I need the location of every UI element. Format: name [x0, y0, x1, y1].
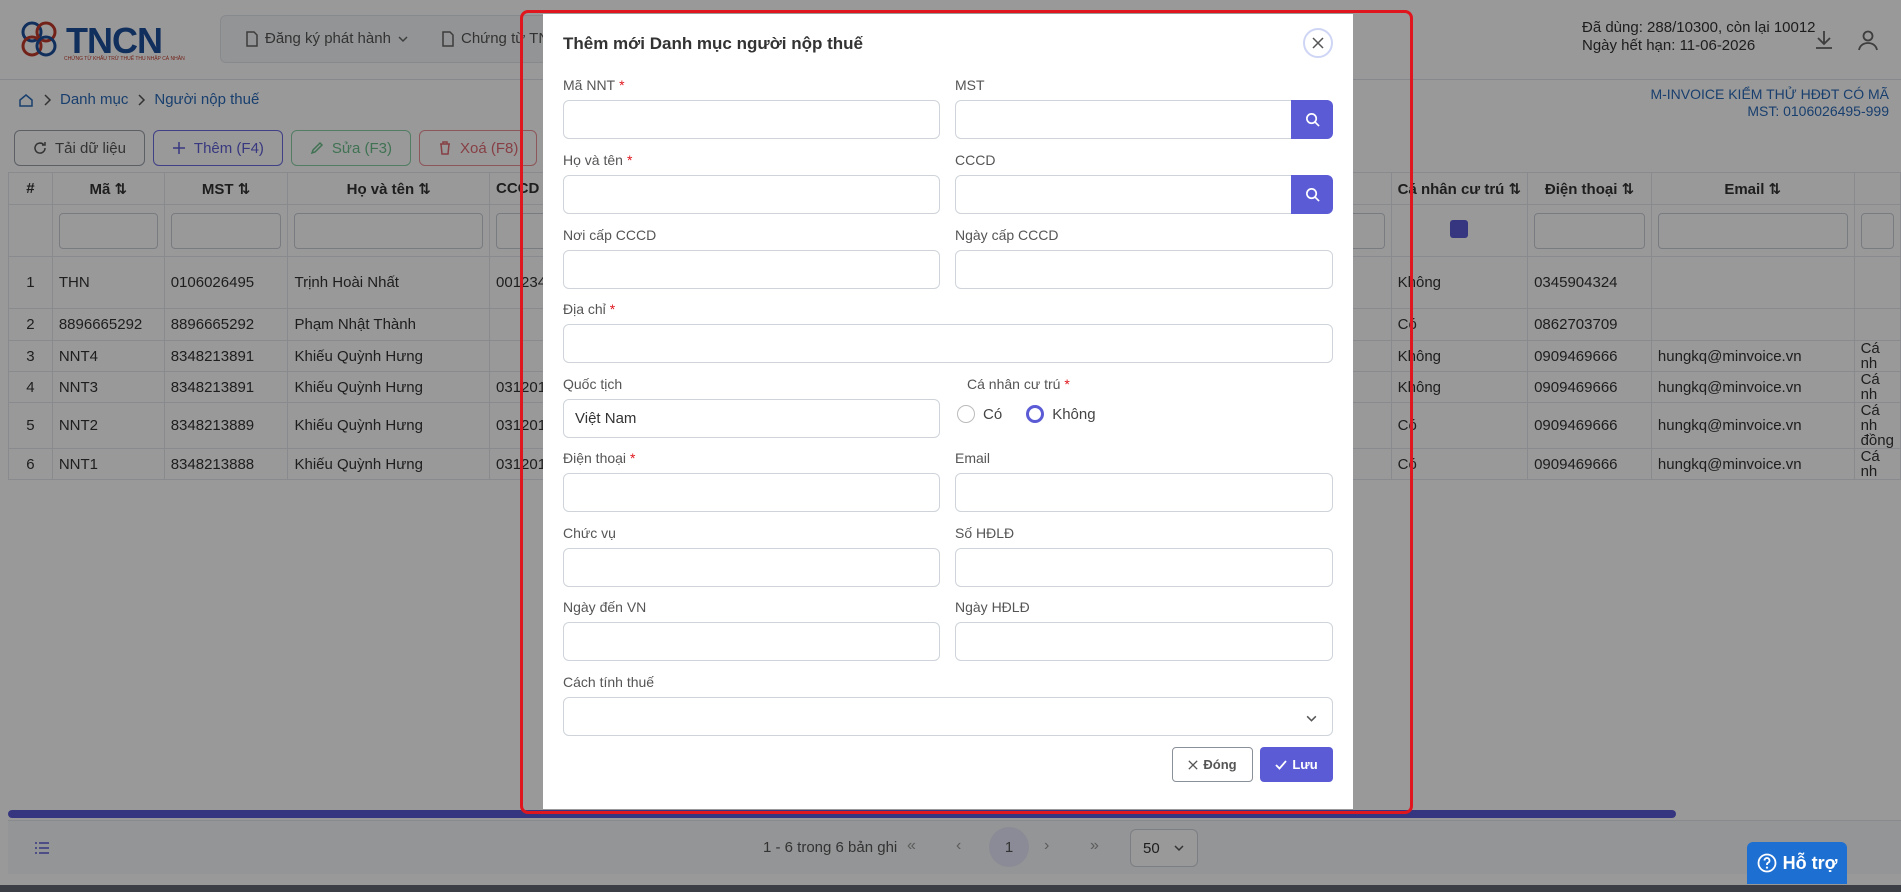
chevron-down-icon	[1306, 715, 1317, 722]
radio-co[interactable]	[957, 405, 975, 423]
field-label: CCCD	[955, 152, 996, 168]
noi-cap-input[interactable]	[563, 250, 940, 289]
close-icon	[1188, 759, 1199, 770]
field-label: Nơi cấp CCCD	[563, 227, 657, 243]
help-label: Hỗ trợ	[1782, 852, 1838, 873]
mst-search-button[interactable]	[1291, 100, 1333, 139]
dia-chi-input[interactable]	[563, 324, 1333, 363]
cccd-input[interactable]	[955, 175, 1292, 214]
field-cach-tinh-thue: Cách tính thuế	[563, 674, 1333, 736]
field-dia-chi: Địa chỉ *	[563, 301, 1333, 363]
field-label: Ngày HĐLĐ	[955, 599, 1030, 615]
field-label: Điện thoại *	[563, 450, 636, 466]
field-label: Email	[955, 450, 991, 466]
quoc-tich-input[interactable]: Việt Nam	[563, 399, 940, 438]
field-label: MST	[955, 77, 985, 93]
field-email: Email	[955, 450, 1333, 512]
bottom-strip	[0, 885, 1901, 892]
field-label: Họ và tên *	[563, 152, 633, 168]
field-cu-tru: Cá nhân cư trú * Có Không	[955, 376, 1333, 438]
field-mst: MST	[955, 77, 1333, 139]
dien-thoai-input[interactable]	[563, 473, 940, 512]
field-label: Chức vụ	[563, 525, 616, 541]
field-label: Địa chỉ *	[563, 301, 616, 317]
cu-tru-radio-group: Có Không	[957, 405, 1096, 423]
field-label: Cá nhân cư trú *	[967, 376, 1070, 392]
field-label: Ngày cấp CCCD	[955, 227, 1059, 243]
close-icon	[1312, 37, 1324, 49]
radio-khong[interactable]	[1026, 405, 1045, 423]
field-ngay-den: Ngày đến VN	[563, 599, 940, 661]
radio-khong-label: Không	[1052, 405, 1096, 423]
ho-ten-input[interactable]	[563, 175, 940, 214]
field-label: Quốc tịch	[563, 376, 623, 392]
field-ngay-cap: Ngày cấp CCCD	[955, 227, 1333, 289]
email-input[interactable]	[955, 473, 1333, 512]
so-hdld-input[interactable]	[955, 548, 1333, 587]
ngay-den-input[interactable]	[563, 622, 940, 661]
search-icon	[1305, 113, 1320, 127]
save-button-label: Lưu	[1292, 757, 1318, 772]
chuc-vu-input[interactable]	[563, 548, 940, 587]
search-icon	[1305, 188, 1320, 202]
mst-input[interactable]	[955, 100, 1292, 139]
field-label: Số HĐLĐ	[955, 525, 1015, 541]
help-button[interactable]: Hỗ trợ	[1747, 842, 1847, 884]
cach-tinh-thue-select[interactable]	[563, 697, 1333, 736]
radio-co-label: Có	[983, 405, 1003, 423]
field-noi-cap: Nơi cấp CCCD	[563, 227, 940, 289]
ngay-hdld-input[interactable]	[955, 622, 1333, 661]
field-label: Ngày đến VN	[563, 599, 647, 615]
add-taxpayer-modal: Thêm mới Danh mục người nộp thuế Mã NNT *…	[543, 14, 1353, 809]
field-so-hdld: Số HĐLĐ	[955, 525, 1333, 587]
field-label: Cách tính thuế	[563, 674, 655, 690]
question-icon	[1757, 853, 1776, 873]
field-ho-ten: Họ và tên *	[563, 152, 940, 214]
field-ma-nnt: Mã NNT *	[563, 77, 940, 139]
save-button[interactable]: Lưu	[1260, 747, 1333, 782]
close-button[interactable]: Đóng	[1172, 747, 1253, 782]
field-chuc-vu: Chức vụ	[563, 525, 940, 587]
modal-title: Thêm mới Danh mục người nộp thuế	[563, 34, 863, 53]
field-ngay-hdld: Ngày HĐLĐ	[955, 599, 1333, 661]
field-label: Mã NNT *	[563, 77, 625, 93]
field-quoc-tich: Quốc tịch Việt Nam	[563, 376, 940, 438]
ma-nnt-input[interactable]	[563, 100, 940, 139]
cccd-search-button[interactable]	[1291, 175, 1333, 214]
modal-close-button[interactable]	[1303, 28, 1333, 58]
check-icon	[1275, 759, 1288, 770]
close-button-label: Đóng	[1203, 757, 1237, 772]
ngay-cap-input[interactable]	[955, 250, 1333, 289]
field-cccd: CCCD	[955, 152, 1333, 214]
field-dien-thoai: Điện thoại *	[563, 450, 940, 512]
